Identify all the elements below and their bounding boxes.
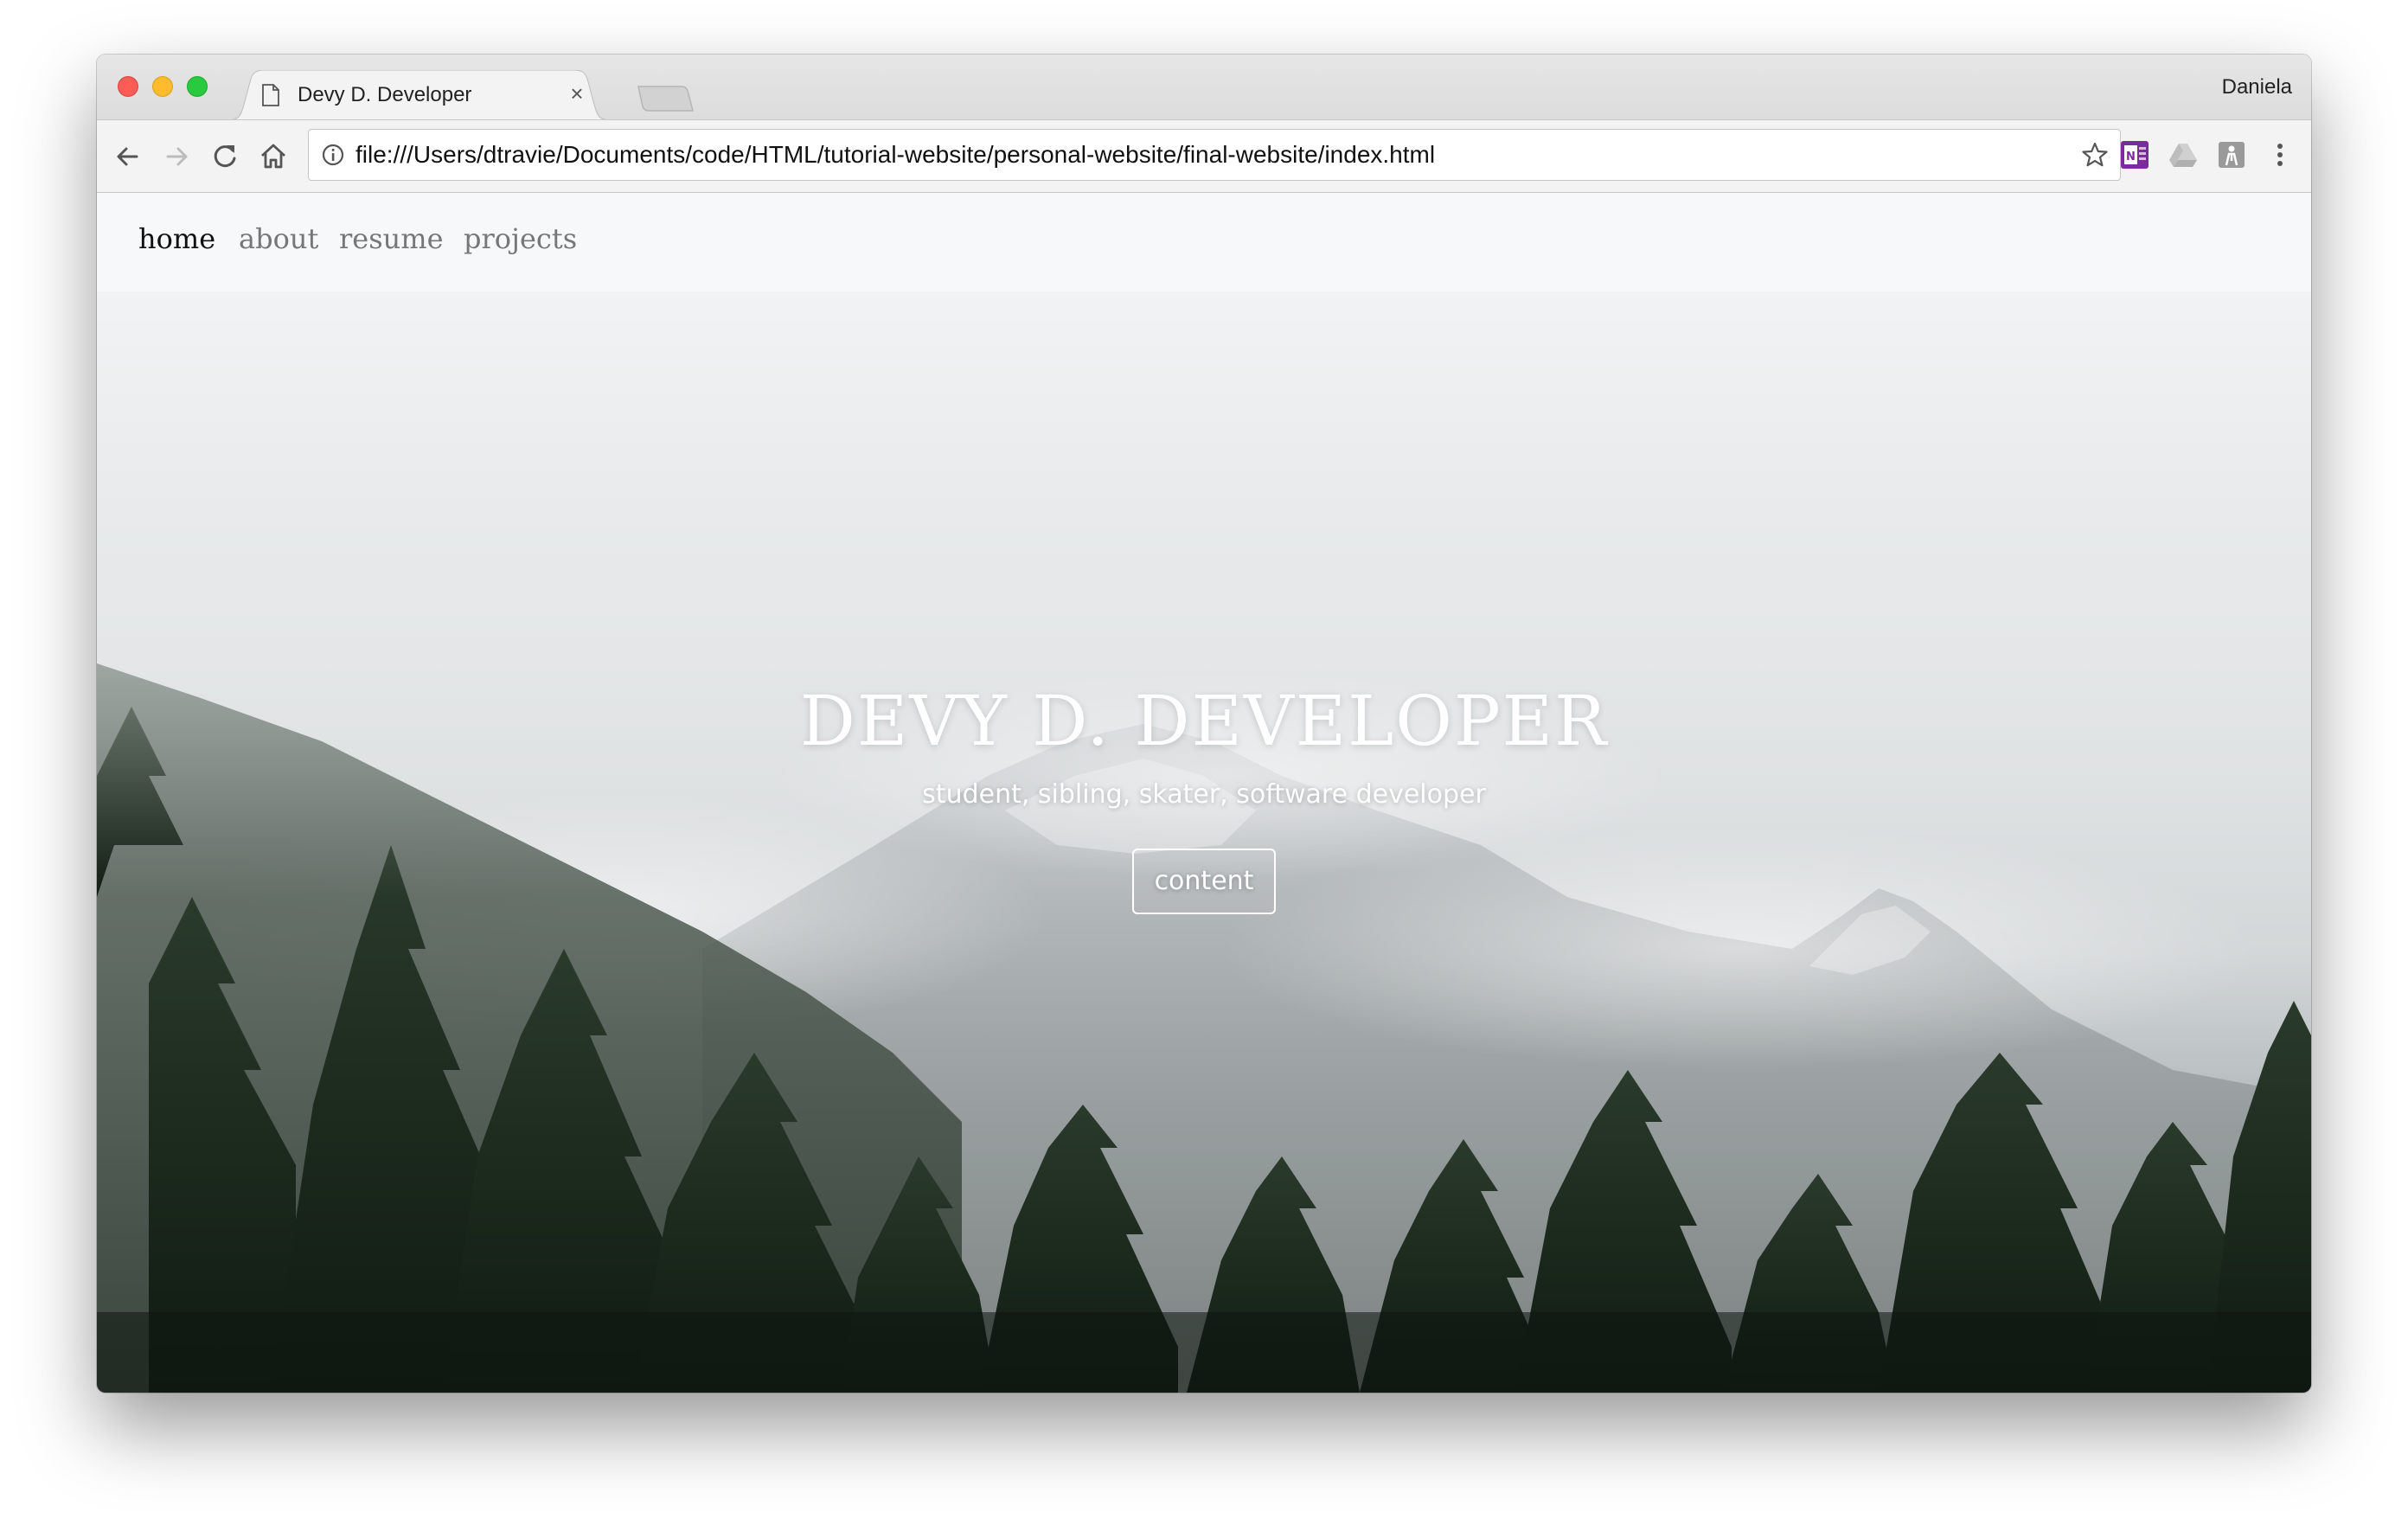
url-text[interactable]: file:///Users/dtravie/Documents/code/HTM… [355, 141, 1435, 169]
nav-about-link[interactable]: about [239, 222, 318, 255]
tab-title: Devy D. Developer [298, 83, 472, 106]
nav-home-link[interactable]: home [138, 222, 215, 255]
home-icon [261, 144, 285, 169]
profile-name[interactable]: Daniela [2222, 75, 2292, 99]
drive-icon[interactable] [2168, 139, 2199, 170]
new-tab-button[interactable] [635, 85, 695, 112]
svg-text:N: N [2126, 151, 2136, 163]
address-bar[interactable]: file:///Users/dtravie/Documents/code/HTM… [308, 129, 2121, 181]
forward-button[interactable] [157, 138, 195, 176]
onenote-icon[interactable]: N [2119, 139, 2150, 170]
browser-window: Devy D. Developer × Daniela file:///User… [97, 54, 2311, 1393]
hero-title: DEVY D. DEVELOPER [799, 681, 1609, 761]
page-viewport: home about resume projects DEVY D. DEVEL… [97, 193, 2311, 1393]
reload-button[interactable] [206, 138, 244, 176]
info-icon[interactable] [321, 143, 345, 167]
nav-projects-link[interactable]: projects [464, 222, 577, 255]
star-icon[interactable] [2080, 140, 2110, 170]
title-bar: Devy D. Developer × Daniela [97, 54, 2311, 120]
hero-background-image [97, 291, 2311, 1393]
hero-section: DEVY D. DEVELOPER student, sibling, skat… [97, 291, 2311, 1393]
forward-icon [166, 147, 188, 166]
nav-resume-link[interactable]: resume [339, 222, 444, 255]
home-button[interactable] [254, 138, 292, 176]
back-button[interactable] [109, 138, 147, 176]
browser-toolbar: file:///Users/dtravie/Documents/code/HTM… [97, 119, 2311, 193]
minimize-window-button[interactable] [152, 76, 173, 97]
tab-close-icon[interactable]: × [564, 80, 590, 106]
browser-tab[interactable]: Devy D. Developer × [227, 70, 612, 120]
menu-icon[interactable] [2264, 139, 2296, 170]
extension-icon[interactable] [2216, 139, 2247, 170]
back-icon [117, 147, 138, 166]
reload-icon [214, 145, 236, 168]
content-button[interactable]: content [1132, 849, 1276, 914]
close-window-button[interactable] [118, 76, 138, 97]
hero-subtitle: student, sibling, skater, software devel… [922, 779, 1486, 810]
site-navbar: home about resume projects [97, 193, 2311, 291]
maximize-window-button[interactable] [187, 76, 208, 97]
page-icon [262, 84, 279, 106]
